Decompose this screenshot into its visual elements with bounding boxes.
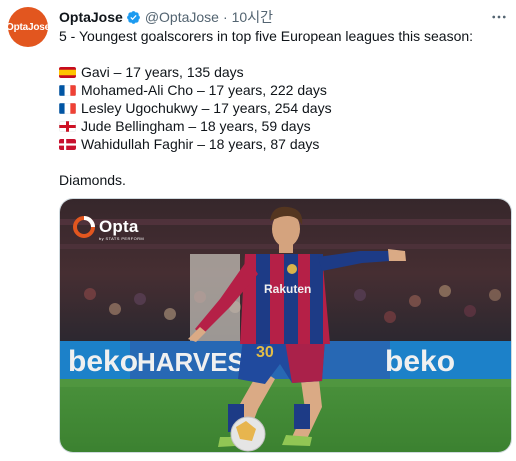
tweet-media-image[interactable]: beko HARVES beko 30 Rakuten Opta by STAT… [59,198,512,453]
england-flag-icon [59,120,76,132]
opta-logo-icon [73,216,95,238]
avatar-logo: OptaJose [6,21,50,33]
verified-badge-icon [126,10,140,24]
player-text: Wahidullah Faghir – 18 years, 87 days [81,136,320,152]
list-item: Lesley Ugochukwy – 17 years, 254 days [59,99,332,117]
denmark-flag-icon [59,138,76,150]
tweet-closing: Diamonds. [59,172,126,188]
list-item: Mohamed-Ali Cho – 17 years, 222 days [59,81,332,99]
separator-dot: · [222,9,228,25]
display-name[interactable]: OptaJose [59,9,123,25]
timestamp[interactable]: 10시간 [232,7,273,27]
list-item: Jude Bellingham – 18 years, 59 days [59,117,332,135]
player-text: Mohamed-Ali Cho – 17 years, 222 days [81,82,327,98]
tweet-header: OptaJose @OptaJose · 10시간 [59,8,508,26]
list-item: Wahidullah Faghir – 18 years, 87 days [59,135,332,153]
list-item: Gavi – 17 years, 135 days [59,63,332,81]
tweet-text: 5 - Youngest goalscorers in top five Eur… [59,27,506,188]
france-flag-icon [59,84,76,96]
more-dots-icon [492,15,506,19]
opta-badge-subtitle: by STATS PERFORM [99,236,145,241]
player-text: Gavi – 17 years, 135 days [81,64,244,80]
player-text: Lesley Ugochukwy – 17 years, 254 days [81,100,332,116]
opta-badge-title: Opta [99,217,139,236]
france-flag-icon [59,102,76,114]
spain-flag-icon [59,66,76,78]
avatar[interactable]: OptaJose [6,7,50,47]
author-handle[interactable]: @OptaJose [145,9,219,25]
player-text: Jude Bellingham – 18 years, 59 days [81,118,311,134]
player-list: Gavi – 17 years, 135 days Mohamed-Ali Ch… [59,63,332,153]
more-icon[interactable] [490,8,508,26]
tweet-headline: 5 - Youngest goalscorers in top five Eur… [59,28,474,44]
